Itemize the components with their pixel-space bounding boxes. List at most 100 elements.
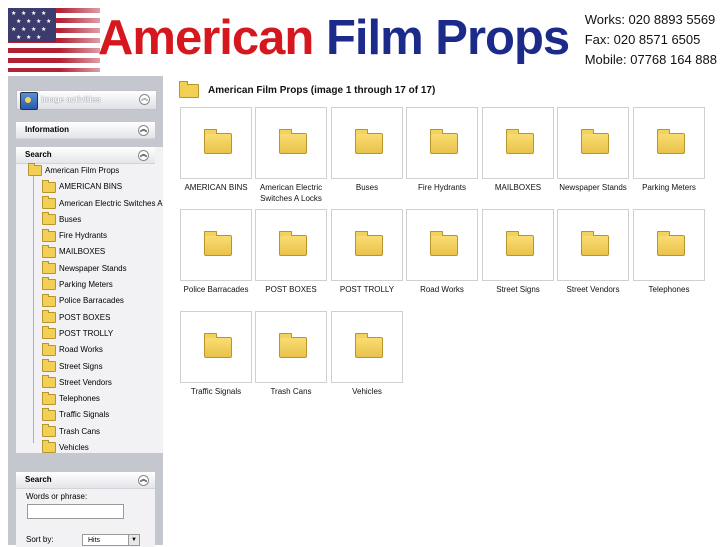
folder-icon (204, 231, 232, 256)
album-caption[interactable]: Police Barracades (179, 284, 253, 295)
album-caption[interactable]: POST TROLLY (330, 284, 404, 295)
search-tree-header[interactable]: Search ︽ (16, 147, 155, 164)
search-panel-header[interactable]: Search ︽ (16, 472, 155, 489)
site-logo-text[interactable]: American Film Props (98, 10, 570, 66)
folder-icon (279, 129, 307, 154)
tree-item[interactable]: American Electric Switches A Locks (16, 195, 185, 212)
folder-icon (204, 333, 232, 358)
album-caption[interactable]: Telephones (632, 284, 706, 295)
tree-item[interactable]: Newspaper Stands (16, 261, 184, 277)
folder-icon (279, 231, 307, 256)
album-thumbnail[interactable]: Parking Meters (632, 107, 706, 193)
album-thumbnail[interactable]: AMERICAN BINS (179, 107, 253, 193)
album-caption[interactable]: Vehicles (330, 386, 404, 397)
album-thumbnail[interactable]: Trash Cans (254, 311, 328, 397)
album-thumbnail[interactable]: Fire Hydrants (405, 107, 479, 193)
album-caption[interactable]: Street Signs (481, 284, 555, 295)
album-caption[interactable]: American Electric Switches A Locks (254, 182, 328, 204)
album-thumbnail[interactable]: Street Vendors (556, 209, 630, 295)
information-panel: Information ︽ (16, 122, 155, 139)
collapse-chevron-icon[interactable]: ︽ (138, 125, 149, 136)
logo-word-film-props: Film Props (313, 11, 570, 65)
tree-item[interactable]: Street Signs (16, 358, 184, 375)
information-label: Information (25, 125, 69, 134)
album-thumbnail[interactable]: American Electric Switches A Locks (254, 107, 328, 204)
tree-item[interactable]: AMERICAN BINS (16, 179, 184, 195)
album-thumbnail[interactable]: Vehicles (330, 311, 404, 397)
contact-info: Works: 020 8893 5569 Fax: 020 8571 6505 … (585, 10, 717, 70)
tree-item[interactable]: Parking Meters (16, 277, 184, 293)
image-activities-panel[interactable]: Image activities ︽ (16, 90, 157, 110)
search-input[interactable] (27, 504, 124, 519)
folder-icon (42, 195, 56, 209)
search-tree-panel: Search ︽ American Film Props AMERICAN BI… (16, 147, 185, 456)
folder-icon (657, 129, 685, 154)
album-caption[interactable]: Street Vendors (556, 284, 630, 295)
album-thumbnail[interactable]: Traffic Signals (179, 311, 253, 397)
collapse-chevron-icon[interactable]: ︽ (139, 94, 150, 105)
album-caption[interactable]: Fire Hydrants (405, 182, 479, 193)
tree-item-label: Trash Cans (59, 426, 101, 436)
sidebar: Image activities ︽ Information ︽ Search … (8, 76, 185, 547)
album-caption[interactable]: Road Works (405, 284, 479, 295)
tree-item[interactable]: Traffic Signals (16, 407, 184, 423)
logo-word-american: American (98, 11, 314, 65)
album-thumbnail[interactable]: Street Signs (481, 209, 555, 295)
folder-icon (204, 129, 232, 154)
album-caption[interactable]: Buses (330, 182, 404, 193)
tree-item-label: Police Barracades (59, 296, 124, 306)
album-caption[interactable]: Trash Cans (254, 386, 328, 397)
tree-item[interactable]: Buses (16, 212, 184, 228)
tree-item[interactable]: Vehicles (16, 440, 184, 456)
tree-item[interactable]: Street Vendors (16, 375, 184, 391)
folder-icon (355, 333, 383, 358)
album-thumbnail[interactable]: Police Barracades (179, 209, 253, 295)
tree-item-label: Buses (59, 214, 82, 224)
tree-item[interactable]: MAILBOXES (16, 244, 184, 260)
sort-by-select[interactable]: Hits ▼ (82, 534, 140, 546)
folder-icon (179, 81, 199, 98)
folder-icon (42, 244, 56, 258)
tree-item[interactable]: POST BOXES (16, 310, 184, 326)
folder-icon (42, 440, 56, 454)
album-caption[interactable]: MAILBOXES (481, 182, 555, 193)
tree-item[interactable]: POST TROLLY (16, 326, 184, 342)
folder-icon (42, 228, 56, 242)
folder-icon (42, 407, 56, 421)
tree-item[interactable]: Fire Hydrants (16, 228, 184, 244)
information-header[interactable]: Information ︽ (16, 122, 155, 139)
tree-item-label: MAILBOXES (59, 247, 106, 257)
tree-item[interactable]: Road Works (16, 342, 184, 358)
album-caption[interactable]: AMERICAN BINS (179, 182, 253, 193)
album-thumbnail[interactable]: Road Works (405, 209, 479, 295)
album-caption[interactable]: POST BOXES (254, 284, 328, 295)
tree-item[interactable]: Telephones (16, 391, 184, 407)
album-thumbnail[interactable]: Telephones (632, 209, 706, 295)
album-thumbnail[interactable]: POST BOXES (254, 209, 328, 295)
collapse-chevron-icon[interactable]: ︽ (138, 150, 149, 161)
album-thumbnail[interactable]: Newspaper Stands (556, 107, 630, 193)
album-caption[interactable]: Newspaper Stands (556, 182, 630, 193)
album-caption[interactable]: Parking Meters (632, 182, 706, 193)
page-title: American Film Props (image 1 through 17 … (208, 85, 436, 96)
search-panel: Search ︽ Words or phrase: Sort by: Hits … (16, 472, 155, 547)
tree-item[interactable]: Police Barracades (16, 293, 184, 309)
mobile-phone: Mobile: 07768 164 888 (584, 52, 717, 67)
folder-icon (42, 310, 56, 324)
album-caption[interactable]: Traffic Signals (179, 386, 253, 397)
tree-item-root[interactable]: American Film Props (16, 163, 184, 179)
tree-item[interactable]: Trash Cans (16, 424, 184, 440)
folder-icon (42, 212, 56, 226)
album-thumbnail[interactable]: Buses (330, 107, 404, 193)
image-activities-icon (20, 92, 38, 110)
collapse-chevron-icon[interactable]: ︽ (138, 475, 149, 486)
tree-item-label: Telephones (59, 394, 100, 404)
folder-icon (657, 231, 685, 256)
folder-icon (42, 391, 56, 405)
folder-icon (355, 231, 383, 256)
album-thumbnail[interactable]: MAILBOXES (481, 107, 555, 193)
folder-icon (42, 342, 56, 356)
album-thumbnail[interactable]: POST TROLLY (330, 209, 404, 295)
tree-item-label: Fire Hydrants (59, 231, 108, 241)
folder-icon (430, 231, 458, 256)
